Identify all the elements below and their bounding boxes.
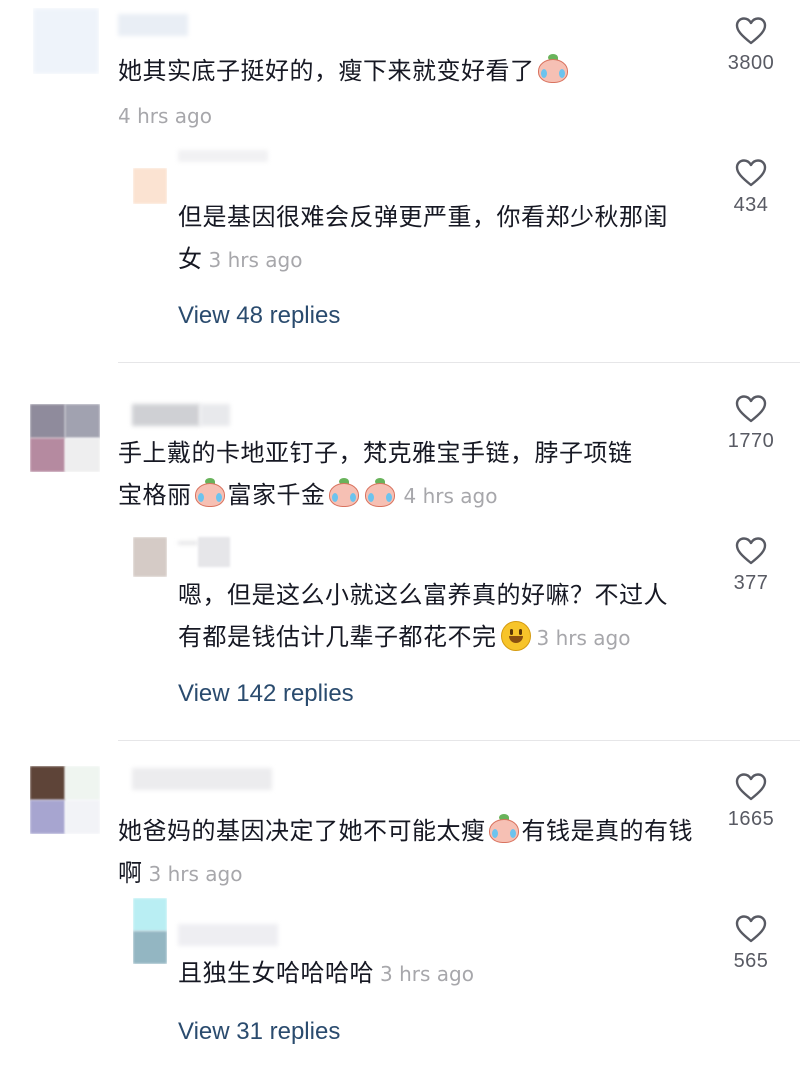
view-replies-link[interactable]: View 48 replies [178,302,340,330]
comment-body: 手上戴的卡地亚钉子，梵克雅宝手链，脖子项链 [118,439,633,467]
reply-avatar[interactable] [133,537,167,577]
like-button[interactable]: 1665 [716,772,786,831]
username[interactable] [132,404,200,426]
heart-outline-icon[interactable] [735,536,767,566]
reply-time: 3 hrs ago [380,962,474,986]
reply-username[interactable] [178,542,198,544]
like-button[interactable]: 3800 [716,16,786,75]
comment-body: 她爸妈的基因决定了她不可能太瘦 [118,817,486,845]
reply-like-button[interactable]: 434 [716,158,786,217]
username-badge [200,404,230,426]
smiling-face-emoji-icon [500,621,531,651]
heart-outline-icon[interactable] [735,914,767,944]
crying-peach-emoji-icon [488,814,520,845]
like-count: 1770 [727,430,775,452]
reply-avatar[interactable] [133,898,167,964]
comment-time: 3 hrs ago [148,862,243,886]
reply-username[interactable] [178,924,278,946]
avatar[interactable] [33,8,99,74]
username[interactable] [118,14,188,36]
heart-outline-icon[interactable] [735,394,767,424]
like-count: 565 [733,950,769,972]
crying-peach-emoji-icon [364,478,396,509]
comment-body: 富家千金 [227,481,326,509]
reply-avatar[interactable] [133,168,167,204]
heart-outline-icon[interactable] [735,158,767,188]
comment-time: 4 hrs ago [403,484,498,508]
crying-peach-emoji-icon [328,478,360,509]
comment-text: 她爸妈的基因决定了她不可能太瘦 有钱是真的有钱啊 3 hrs ago [118,810,698,895]
like-button[interactable]: 1770 [716,394,786,453]
like-count: 377 [733,572,769,594]
heart-outline-icon[interactable] [735,772,767,802]
comment-body: 宝格丽 [118,481,192,509]
reply-like-button[interactable]: 377 [716,536,786,595]
like-count: 3800 [727,52,775,74]
reply-like-button[interactable]: 565 [716,914,786,973]
avatar[interactable] [30,766,100,834]
reply-username[interactable] [178,150,268,162]
reply-text: 且独生女哈哈哈哈 3 hrs ago [178,952,690,995]
reply-time: 3 hrs ago [536,626,631,650]
reply-time: 3 hrs ago [208,248,303,272]
divider [118,740,800,741]
reply-body: 且独生女哈哈哈哈 [178,959,374,987]
crying-peach-emoji-icon [537,54,569,85]
reply-text: 嗯，但是这么小就这么富养真的好嘛？不过人有都是钱估计几辈子都花不完 3 hrs a… [178,574,690,659]
view-replies-link[interactable]: View 31 replies [178,1018,340,1046]
view-replies-link[interactable]: View 142 replies [178,680,354,708]
reply-text: 但是基因很难会反弹更严重，你看郑少秋那闺女 3 hrs ago [178,196,690,281]
username[interactable] [132,768,272,790]
like-count: 1665 [727,808,775,830]
heart-outline-icon[interactable] [735,16,767,46]
divider [118,362,800,363]
avatar[interactable] [30,404,100,472]
like-count: 434 [733,194,769,216]
comment-text: 她其实底子挺好的，瘦下来就变好看了 [118,50,698,92]
comment-time: 4 hrs ago [118,104,212,128]
comment-body: 她其实底子挺好的，瘦下来就变好看了 [118,57,535,85]
reply-username-badge [198,537,230,567]
comment-text: 手上戴的卡地亚钉子，梵克雅宝手链，脖子项链 宝格丽 富家千金 4 hrs ago [118,432,698,517]
crying-peach-emoji-icon [194,478,226,509]
